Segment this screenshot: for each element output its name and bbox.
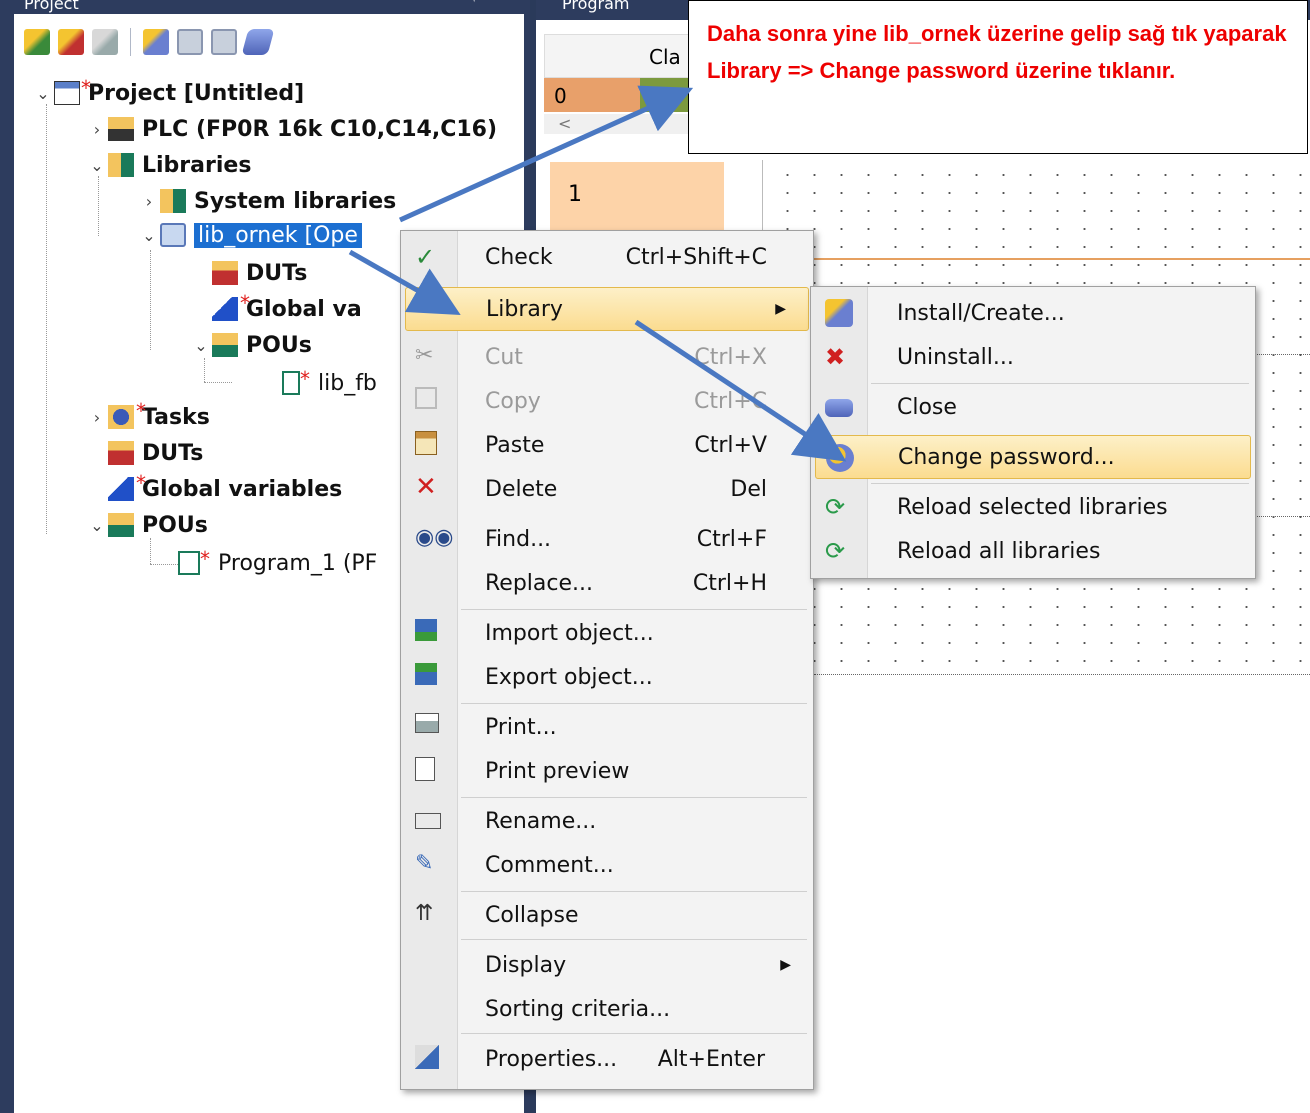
arrow-to-change-password	[634, 319, 847, 462]
annotation-arrows	[348, 85, 847, 462]
arrow-to-library	[348, 249, 461, 315]
arrow-to-annotation	[398, 85, 694, 223]
